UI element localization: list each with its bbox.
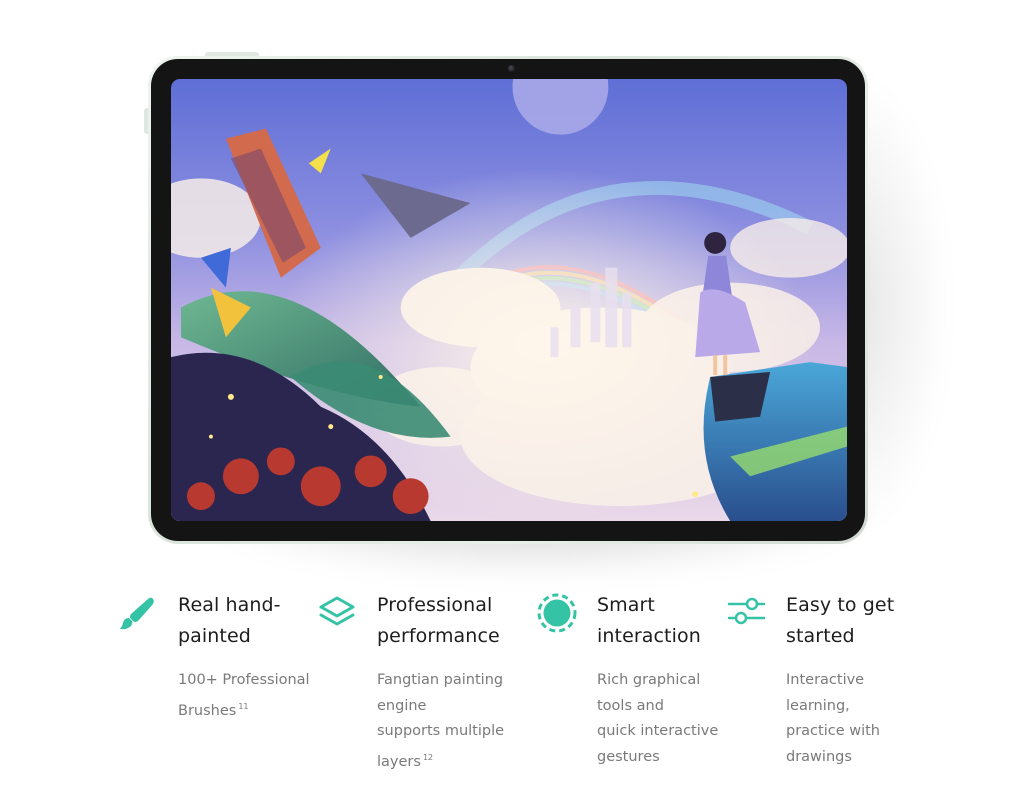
feature-desc-line: Fangtian painting [377,672,504,688]
feature-desc-line: Interactive [786,672,865,688]
tablet-device [148,56,868,544]
sliders-icon [727,594,767,628]
footnote-marker: 11 [238,701,249,711]
feature-title-line: painted [178,625,251,647]
feature-desc-line: supports multiple [377,723,505,739]
feature-title-line: interaction [597,625,701,647]
feature-description: 100+ Professional Brushes 11 [178,668,310,724]
feature-title-line: Easy to get [786,594,895,616]
feature-title: Real hand- painted [178,590,281,652]
layers-icon [316,594,358,630]
feature-title: Professional performance [377,590,500,652]
paintbrush-icon [118,594,158,634]
feature-desc-line: gestures [597,748,660,765]
feature-desc-line: 100+ Professional [178,672,310,688]
feature-title-line: performance [377,625,500,647]
feature-description: Fangtian painting engine supports multip… [377,668,504,775]
feature-desc-line: tools and [597,697,664,714]
feature-title-line: Smart [597,594,655,616]
screen-illustration [171,79,847,521]
feature-description: Rich graphical tools and quick interacti… [597,668,718,770]
front-camera [508,65,515,72]
feature-desc-line: practice with [786,723,881,739]
feature-title: Smart interaction [597,590,701,652]
feature-desc-line: engine [377,697,427,714]
feature-title-line: Real hand- [178,594,281,616]
feature-desc-line: quick interactive [597,723,719,739]
tablet-screen [171,79,847,521]
tablet-bezel [151,59,865,541]
feature-description: Interactive learning, practice with draw… [786,668,880,770]
feature-desc-line: layers [377,753,421,770]
feature-title-line: Professional [377,594,493,616]
feature-desc-line: learning, [786,697,850,714]
feature-title-line: started [786,625,855,647]
feature-desc-line: drawings [786,748,852,765]
dashed-circle-icon [536,592,578,634]
feature-title: Easy to get started [786,590,894,652]
feature-desc-line: Rich graphical [597,672,701,688]
footnote-marker: 12 [422,752,434,762]
feature-desc-line: Brushes [178,702,237,719]
